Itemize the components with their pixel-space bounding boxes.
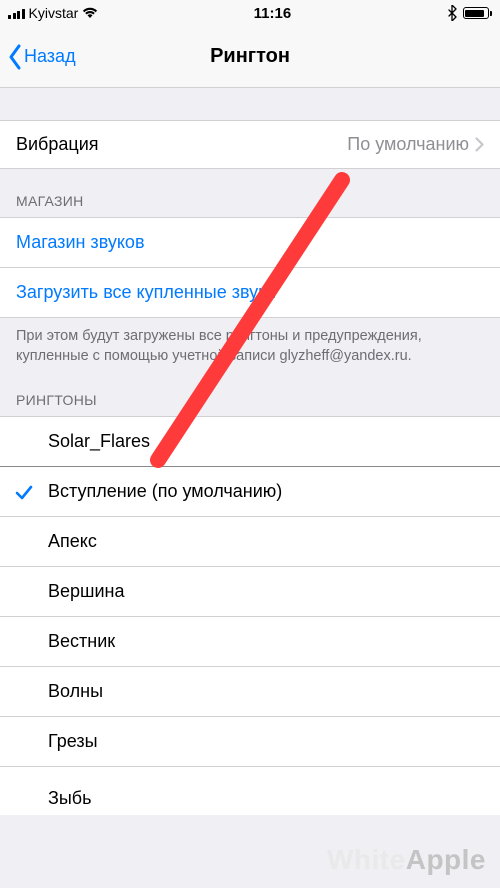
chevron-right-icon	[475, 137, 484, 152]
store-footer-text: При этом будут загружены все рингтоны и …	[0, 318, 500, 382]
wifi-icon	[82, 7, 98, 19]
ringtones-section-header: РИНГТОНЫ	[0, 382, 500, 416]
check-icon	[14, 482, 34, 502]
vibration-cell[interactable]: Вибрация По умолчанию	[0, 120, 500, 169]
sound-store-link[interactable]: Магазин звуков	[0, 218, 500, 268]
spacer	[0, 88, 500, 120]
status-right	[447, 5, 493, 21]
battery-icon	[463, 7, 493, 19]
vibration-value: По умолчанию	[347, 134, 484, 155]
ringtone-selected[interactable]: Вступление (по умолчанию)	[0, 467, 500, 517]
chevron-left-icon	[8, 43, 22, 71]
status-bar: Kyivstar 11:16	[0, 0, 500, 26]
ringtone-item[interactable]: Волны	[0, 667, 500, 717]
carrier-label: Kyivstar	[29, 5, 79, 21]
status-time: 11:16	[254, 5, 292, 22]
nav-bar: Назад Рингтон	[0, 26, 500, 88]
watermark: WhiteApple	[327, 844, 486, 876]
back-label: Назад	[24, 46, 76, 67]
ringtone-item[interactable]: Вершина	[0, 567, 500, 617]
ringtone-list: Solar_Flares Вступление (по умолчанию) А…	[0, 416, 500, 815]
signal-icon	[8, 7, 25, 19]
vibration-label: Вибрация	[16, 134, 99, 155]
ringtone-item[interactable]: Зыбь	[0, 767, 500, 815]
back-button[interactable]: Назад	[8, 43, 76, 71]
ringtone-item[interactable]: Апекс	[0, 517, 500, 567]
ringtone-custom[interactable]: Solar_Flares	[0, 417, 500, 467]
bluetooth-icon	[447, 5, 457, 21]
ringtone-item[interactable]: Грезы	[0, 717, 500, 767]
store-list: Магазин звуков Загрузить все купленные з…	[0, 217, 500, 318]
download-all-link[interactable]: Загрузить все купленные звуки	[0, 268, 500, 317]
status-left: Kyivstar	[8, 5, 98, 21]
ringtone-item[interactable]: Вестник	[0, 617, 500, 667]
store-section-header: МАГАЗИН	[0, 169, 500, 217]
